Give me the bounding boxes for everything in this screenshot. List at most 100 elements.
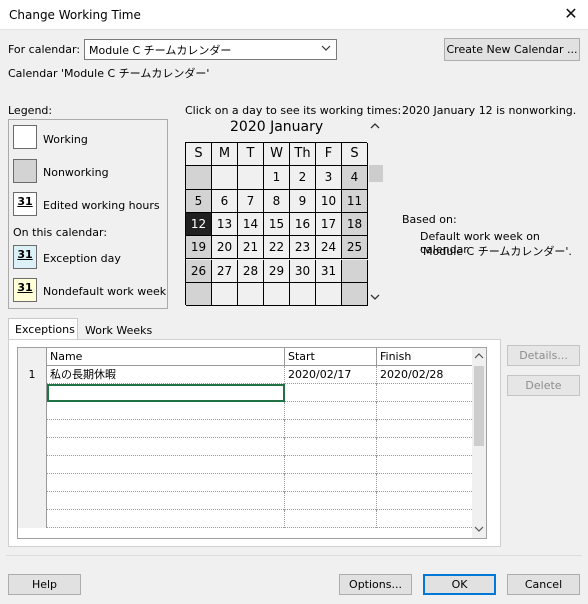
legend-working: Working <box>43 133 88 146</box>
calendar-day[interactable]: 13 <box>212 212 238 237</box>
empty-cell[interactable] <box>377 420 472 438</box>
row-number: 1 <box>18 366 47 384</box>
calendar-day[interactable]: 17 <box>316 212 342 237</box>
edited-swatch-digits: 31 <box>17 195 33 208</box>
empty-cell[interactable] <box>285 456 377 474</box>
calendar-day <box>238 166 264 190</box>
options-button[interactable]: Options... <box>339 574 412 595</box>
grid-scroll-thumb[interactable] <box>474 366 484 446</box>
empty-cell[interactable] <box>377 474 472 492</box>
calendar-day[interactable]: 10 <box>316 189 342 213</box>
calendar-day <box>238 282 264 307</box>
calendar-scroll-up-icon[interactable] <box>370 120 380 134</box>
calendar-day[interactable]: 15 <box>264 212 290 237</box>
close-icon[interactable]: ✕ <box>559 3 583 25</box>
table-row[interactable] <box>18 492 472 510</box>
empty-cell[interactable] <box>285 438 377 456</box>
table-row[interactable] <box>18 420 472 438</box>
help-button[interactable]: Help <box>8 574 81 595</box>
empty-cell[interactable] <box>47 474 285 492</box>
table-row[interactable]: 1 私の長期休暇 2020/02/17 2020/02/28 <box>18 366 472 384</box>
tab-work-weeks[interactable]: Work Weeks <box>79 320 158 341</box>
calendar-day[interactable]: 28 <box>238 259 264 283</box>
calendar-scroll-down-icon[interactable] <box>370 291 380 305</box>
grid-scrollbar[interactable] <box>472 348 486 538</box>
calendar-day[interactable]: 14 <box>238 212 264 237</box>
row-number <box>18 510 47 528</box>
table-row[interactable] <box>18 402 472 420</box>
empty-cell[interactable] <box>285 492 377 510</box>
empty-cell[interactable] <box>47 438 285 456</box>
calendar-scroll-thumb[interactable] <box>369 165 383 182</box>
delete-button[interactable]: Delete <box>507 375 580 396</box>
calendar-day[interactable]: 19 <box>186 236 212 260</box>
empty-cell[interactable] <box>47 492 285 510</box>
calendar-select[interactable]: Module C チームカレンダー <box>84 39 337 60</box>
calendar-day <box>186 166 212 190</box>
empty-cell[interactable] <box>47 384 285 402</box>
based-on-label: Based on: <box>402 213 457 226</box>
calendar-day[interactable]: 27 <box>212 259 238 283</box>
empty-cell[interactable] <box>377 402 472 420</box>
empty-cell[interactable] <box>377 384 472 402</box>
empty-cell[interactable] <box>285 384 377 402</box>
calendar-day[interactable]: 21 <box>238 236 264 260</box>
calendar-day[interactable]: 26 <box>186 259 212 283</box>
empty-cell[interactable] <box>285 510 377 528</box>
calendar-day[interactable]: 11 <box>342 189 368 213</box>
calendar-day[interactable]: 2 <box>290 166 316 190</box>
tab-exceptions[interactable]: Exceptions <box>8 318 78 340</box>
calendar-day[interactable]: 30 <box>290 259 316 283</box>
calendar-day[interactable]: 8 <box>264 189 290 213</box>
details-button[interactable]: Details... <box>507 345 580 366</box>
empty-cell[interactable] <box>47 402 285 420</box>
table-row[interactable] <box>18 438 472 456</box>
ok-button[interactable]: OK <box>423 574 496 595</box>
calendar-day[interactable]: 3 <box>316 166 342 190</box>
grid-scroll-up-icon[interactable] <box>474 351 484 364</box>
nondefault-swatch: 31 <box>13 278 37 302</box>
row-number <box>18 456 47 474</box>
empty-cell[interactable] <box>47 420 285 438</box>
exception-finish-cell[interactable]: 2020/02/28 <box>377 366 472 384</box>
empty-cell[interactable] <box>377 492 472 510</box>
table-row[interactable] <box>18 510 472 528</box>
grid-scroll-down-icon[interactable] <box>474 524 484 537</box>
empty-cell[interactable] <box>377 456 472 474</box>
calendar-day <box>212 282 238 307</box>
empty-cell[interactable] <box>285 420 377 438</box>
calendar-day[interactable]: 24 <box>316 236 342 260</box>
month-calendar[interactable]: S M T W Th F S 1 2 3 4 5 6 7 8 9 10 11 12 13 14 15 16 17 18 19 20 2… <box>185 142 368 307</box>
empty-cell[interactable] <box>377 438 472 456</box>
calendar-day[interactable]: 23 <box>290 236 316 260</box>
calendar-day[interactable]: 5 <box>186 189 212 213</box>
calendar-day[interactable]: 9 <box>290 189 316 213</box>
calendar-day[interactable]: 6 <box>212 189 238 213</box>
empty-cell[interactable] <box>377 510 472 528</box>
table-row[interactable] <box>18 474 472 492</box>
calendar-day[interactable]: 20 <box>212 236 238 260</box>
create-new-calendar-button[interactable]: Create New Calendar ... <box>444 38 580 61</box>
calendar-day[interactable]: 31 <box>316 259 342 283</box>
table-row[interactable] <box>18 384 472 402</box>
empty-cell[interactable] <box>47 456 285 474</box>
weekday-header: S <box>186 143 212 167</box>
calendar-day-selected[interactable]: 12 <box>186 212 212 237</box>
empty-cell[interactable] <box>47 510 285 528</box>
calendar-day[interactable]: 18 <box>342 212 368 237</box>
cancel-button[interactable]: Cancel <box>507 574 580 595</box>
calendar-day[interactable]: 1 <box>264 166 290 190</box>
calendar-day[interactable]: 25 <box>342 236 368 260</box>
calendar-day[interactable]: 4 <box>342 166 368 190</box>
calendar-day[interactable]: 29 <box>264 259 290 283</box>
calendar-day[interactable]: 7 <box>238 189 264 213</box>
empty-cell[interactable] <box>285 474 377 492</box>
table-row[interactable] <box>18 456 472 474</box>
weekday-header: S <box>342 143 368 167</box>
exception-start-cell[interactable]: 2020/02/17 <box>285 366 377 384</box>
exception-name-cell[interactable]: 私の長期休暇 <box>47 366 285 384</box>
empty-cell[interactable] <box>285 402 377 420</box>
calendar-day[interactable]: 16 <box>290 212 316 237</box>
calendar-day[interactable]: 22 <box>264 236 290 260</box>
legend-exception: Exception day <box>43 252 121 265</box>
